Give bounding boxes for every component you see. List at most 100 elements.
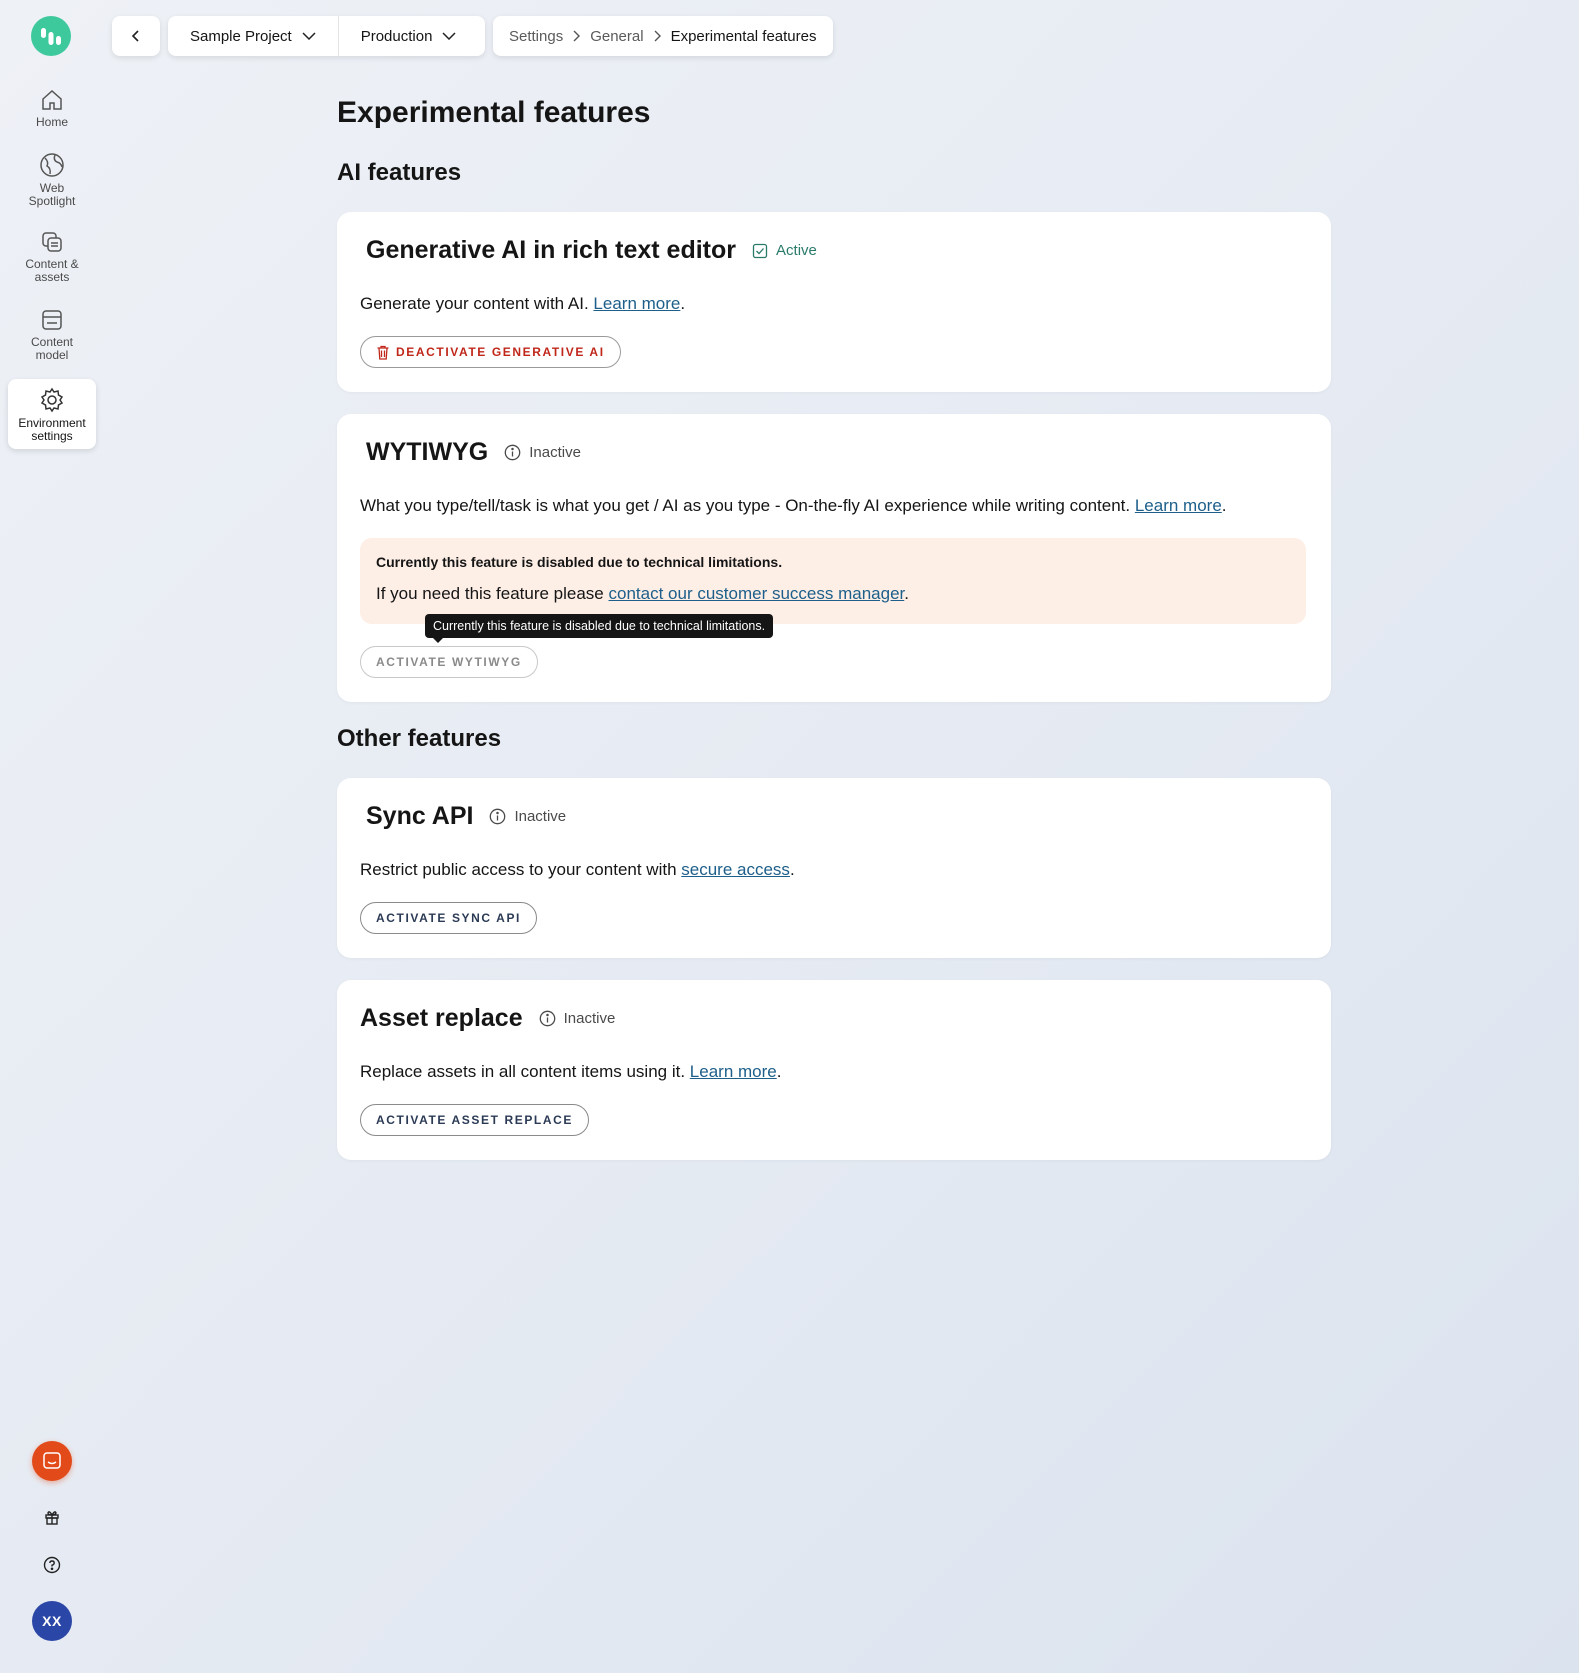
secure-access-link[interactable]: secure access: [681, 860, 790, 879]
chat-button[interactable]: [32, 1441, 72, 1481]
button-label: ACTIVATE WYTIWYG: [376, 655, 522, 669]
environment-name: Production: [360, 27, 433, 45]
activate-wytiwyg-button[interactable]: ACTIVATE WYTIWYG: [360, 646, 538, 678]
learn-more-link[interactable]: Learn more: [593, 294, 680, 313]
checkbox-checked-icon: [752, 243, 768, 258]
sidebar-item-content-assets[interactable]: Content & assets: [8, 222, 96, 288]
content-assets-icon: [42, 232, 62, 252]
project-selector[interactable]: Sample Project: [168, 16, 338, 56]
description-text: Restrict public access to your content w…: [360, 860, 677, 879]
sidebar-item-label: Home: [35, 115, 68, 129]
project-environment-switcher: Sample Project Production: [168, 16, 485, 56]
sidebar-item-label: settings: [31, 429, 73, 443]
section-title-ai-features: AI features: [337, 159, 462, 186]
tooltip: Currently this feature is disabled due t…: [425, 614, 774, 643]
punctuation: .: [1221, 496, 1227, 515]
sidebar-item-label: assets: [34, 270, 70, 284]
chevron-left-icon: [131, 30, 139, 42]
feature-card-sync-api: Sync API Inactive Restrict public access…: [337, 778, 1331, 958]
feature-card-asset-replace: Asset replace Inactive Replace assets in…: [337, 980, 1331, 1160]
card-header: Asset replace Inactive: [360, 1004, 615, 1033]
activate-asset-replace-button[interactable]: ACTIVATE ASSET REPLACE: [360, 1104, 589, 1136]
tooltip-text: Currently this feature is disabled due t…: [433, 619, 766, 633]
button-label: ACTIVATE ASSET REPLACE: [376, 1113, 573, 1127]
gear-icon: [40, 387, 64, 413]
punctuation: .: [680, 294, 686, 313]
description-text: What you type/tell/task is what you get …: [360, 496, 1131, 515]
warning-text: If you need this feature please contact …: [376, 584, 1290, 604]
logo-icon: [41, 28, 61, 45]
info-icon: [504, 444, 521, 461]
breadcrumb: Settings General Experimental features: [493, 16, 833, 56]
card-header: WYTIWYG Inactive: [366, 438, 581, 467]
sidebar-item-home[interactable]: Home: [8, 80, 96, 132]
feature-card-generative-ai: Generative AI in rich text editor Active…: [337, 212, 1331, 392]
status-badge: Active: [752, 242, 817, 259]
feature-title: Generative AI in rich text editor: [366, 236, 737, 264]
punctuation: .: [776, 1062, 782, 1081]
home-icon: [42, 89, 62, 110]
punctuation: .: [904, 584, 909, 603]
app-logo[interactable]: [31, 16, 71, 56]
learn-more-link[interactable]: Learn more: [1135, 496, 1222, 515]
feature-card-wytiwyg: WYTIWYG Inactive What you type/tell/task…: [337, 414, 1331, 702]
status-badge: Inactive: [504, 444, 581, 461]
status-text: Inactive: [563, 1010, 616, 1027]
environment-selector[interactable]: Production: [337, 16, 479, 56]
tooltip-arrow: [433, 638, 443, 643]
project-name: Sample Project: [190, 27, 292, 45]
feature-title: Asset replace: [360, 1004, 523, 1032]
status-text: Inactive: [529, 444, 581, 461]
sidebar-item-label: Spotlight: [28, 194, 76, 208]
deactivate-generative-ai-button[interactable]: DEACTIVATE GENERATIVE AI: [360, 336, 621, 368]
status-badge: Inactive: [489, 808, 566, 825]
whats-new-button[interactable]: [32, 1497, 72, 1537]
help-icon: [43, 1556, 61, 1574]
contact-csm-link[interactable]: contact our customer success manager: [609, 584, 905, 603]
chevron-right-icon: [654, 30, 661, 42]
feature-description: Generate your content with AI. Learn mor…: [360, 294, 685, 314]
card-header: Generative AI in rich text editor Active: [366, 236, 817, 265]
card-header: Sync API Inactive: [366, 802, 566, 831]
chevron-right-icon: [573, 30, 581, 42]
feature-description: What you type/tell/task is what you get …: [360, 496, 1227, 516]
warning-callout: Currently this feature is disabled due t…: [360, 538, 1306, 624]
back-button[interactable]: [112, 16, 160, 56]
activate-sync-api-button[interactable]: ACTIVATE SYNC API: [360, 902, 537, 934]
breadcrumb-experimental-features: Experimental features: [670, 27, 817, 45]
button-label: DEACTIVATE GENERATIVE AI: [396, 345, 605, 359]
user-avatar[interactable]: XX: [32, 1601, 72, 1641]
feature-title: Sync API: [366, 802, 474, 830]
warning-message: If you need this feature please: [376, 584, 604, 603]
info-icon: [490, 808, 506, 825]
breadcrumb-general[interactable]: General: [590, 28, 643, 45]
status-badge: Inactive: [539, 1010, 616, 1027]
learn-more-link[interactable]: Learn more: [690, 1062, 777, 1081]
warning-title: Currently this feature is disabled due t…: [376, 554, 783, 570]
gift-icon: [45, 1511, 59, 1525]
sidebar-item-environment-settings[interactable]: Environment settings: [8, 379, 96, 449]
chevron-down-icon: [442, 32, 456, 40]
description-text: Replace assets in all content items usin…: [360, 1062, 686, 1081]
feature-description: Restrict public access to your content w…: [360, 860, 795, 880]
feature-description: Replace assets in all content items usin…: [360, 1062, 781, 1082]
description-text: Generate your content with AI.: [360, 294, 589, 313]
sidebar-item-content-model[interactable]: Content model: [8, 300, 96, 366]
chevron-down-icon: [302, 32, 316, 40]
status-text: Active: [776, 242, 817, 259]
punctuation: .: [789, 860, 795, 879]
sidebar: Home Web Spotlight Content & assets Cont…: [0, 0, 104, 1673]
section-title-other-features: Other features: [337, 725, 502, 752]
button-label: ACTIVATE SYNC API: [376, 911, 521, 925]
help-button[interactable]: [32, 1545, 72, 1585]
page-title: Experimental features: [337, 96, 651, 129]
chat-icon: [43, 1452, 61, 1469]
sidebar-item-label: model: [35, 348, 69, 362]
info-icon: [539, 1010, 555, 1027]
feature-title: WYTIWYG: [366, 438, 489, 466]
globe-icon: [40, 153, 64, 177]
trash-icon: [377, 345, 389, 360]
sidebar-item-web-spotlight[interactable]: Web Spotlight: [8, 144, 96, 210]
breadcrumb-settings[interactable]: Settings: [509, 28, 563, 45]
status-text: Inactive: [514, 808, 567, 825]
